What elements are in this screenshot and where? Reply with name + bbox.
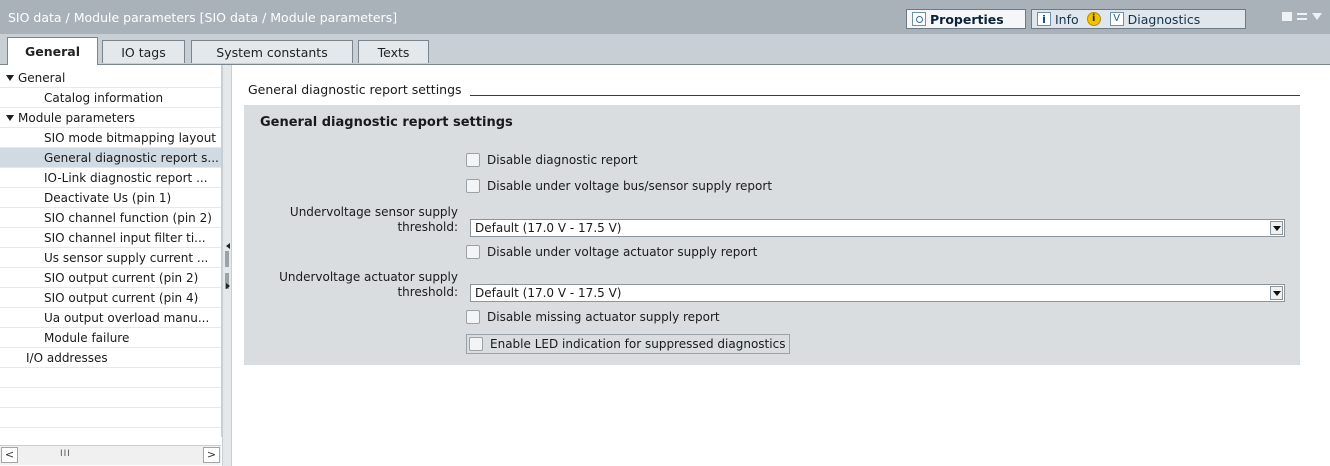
tree-item-module-parameters[interactable]: Module parameters [0,108,221,128]
panel-splitter[interactable] [222,65,232,466]
tab-io-tags[interactable]: IO tags [102,40,185,63]
undervoltage-sensor-label: Undervoltage sensor supply threshold: [289,205,458,234]
warning-icon: i [1086,12,1101,26]
tree-item-sio-output-current-pin4[interactable]: SIO output current (pin 4) [0,288,221,308]
expand-right-arrow-icon[interactable] [226,283,230,289]
settings-group: General diagnostic report settings Disab… [244,105,1300,365]
checkbox-box[interactable] [466,310,480,324]
tree-item-sio-channel-function[interactable]: SIO channel function (pin 2) [0,208,221,228]
tree-item-deactivate-us[interactable]: Deactivate Us (pin 1) [0,188,221,208]
tree-item-general[interactable]: General [0,68,221,88]
checkbox-box[interactable] [466,179,480,193]
tree-item-us-sensor-supply-current[interactable]: Us sensor supply current ... [0,248,221,268]
tree-item-sio-output-current-pin2[interactable]: SIO output current (pin 2) [0,268,221,288]
tab-strip: General IO tags System constants Texts [0,34,1330,65]
tree-item-sio-channel-input-filter[interactable]: SIO channel input filter ti... [0,228,221,248]
tree-empty-row [0,388,221,408]
window-controls [1282,12,1322,21]
scroll-thumb[interactable]: III [60,449,71,459]
expand-arrow-icon[interactable] [6,75,14,81]
layout-icon[interactable] [1297,13,1307,20]
info-diagnostics-tabs: i Info i V Diagnostics [1031,9,1246,29]
dropdown-menu-icon[interactable] [1312,13,1322,20]
checkbox-box[interactable] [466,153,480,167]
tree-empty-row [0,368,221,388]
properties-tab-label: Properties [930,11,1004,27]
checkbox-box[interactable] [469,337,483,351]
disable-missing-actuator-checkbox[interactable]: Disable missing actuator supply report [466,308,720,326]
window-title: SIO data / Module parameters [SIO data /… [8,10,398,25]
properties-icon [912,12,926,26]
tree-item-module-failure[interactable]: Module failure [0,328,221,348]
diagnostics-icon: V [1109,12,1124,26]
tab-texts[interactable]: Texts [358,40,429,63]
section-title: General diagnostic report settings [248,82,470,97]
dropdown-arrow-icon[interactable] [1270,221,1283,235]
tree-empty-row [0,408,221,428]
undervoltage-actuator-label: Undervoltage actuator supply threshold: [279,270,458,299]
window-title-bar: SIO data / Module parameters [SIO data /… [0,0,1330,35]
tab-system-constants[interactable]: System constants [191,40,353,63]
checkbox-box[interactable] [466,245,480,259]
enable-led-indication-checkbox[interactable]: Enable LED indication for suppressed dia… [466,334,791,354]
undervoltage-actuator-select[interactable]: Default (17.0 V - 17.5 V) [470,284,1285,302]
tree-item-io-link-diagnostic-report[interactable]: IO-Link diagnostic report ... [0,168,221,188]
tree-item-io-addresses[interactable]: I/O addresses [0,348,221,368]
group-title: General diagnostic report settings [260,115,513,130]
collapse-left-arrow-icon[interactable] [226,243,230,249]
disable-undervoltage-actuator-checkbox[interactable]: Disable under voltage actuator supply re… [466,243,757,261]
properties-tab[interactable]: Properties [906,9,1026,29]
scroll-right-button[interactable]: > [203,447,220,463]
tree-item-catalog-information[interactable]: Catalog information [0,88,221,108]
disable-undervoltage-bus-checkbox[interactable]: Disable under voltage bus/sensor supply … [466,177,772,195]
expand-arrow-icon[interactable] [6,115,14,121]
disable-diagnostic-report-checkbox[interactable]: Disable diagnostic report [466,151,638,169]
info-tab[interactable]: Info [1055,12,1079,27]
tree-item-ua-output-overload[interactable]: Ua output overload manu... [0,308,221,328]
tree-item-general-diagnostic-report[interactable]: General diagnostic report s... [0,148,221,168]
float-window-icon[interactable] [1282,12,1292,21]
diagnostics-tab[interactable]: Diagnostics [1128,12,1201,27]
navigation-tree: General Catalog information Module param… [0,65,222,437]
splitter-grip[interactable] [225,251,229,267]
dropdown-arrow-icon[interactable] [1270,286,1283,300]
scroll-left-button[interactable]: < [1,447,18,463]
horizontal-scrollbar[interactable]: < III > [0,445,221,465]
undervoltage-sensor-select[interactable]: Default (17.0 V - 17.5 V) [470,219,1285,237]
tree-item-sio-mode-bitmapping[interactable]: SIO mode bitmapping layout [0,128,221,148]
tab-general[interactable]: General [7,37,98,65]
info-icon: i [1037,12,1051,26]
